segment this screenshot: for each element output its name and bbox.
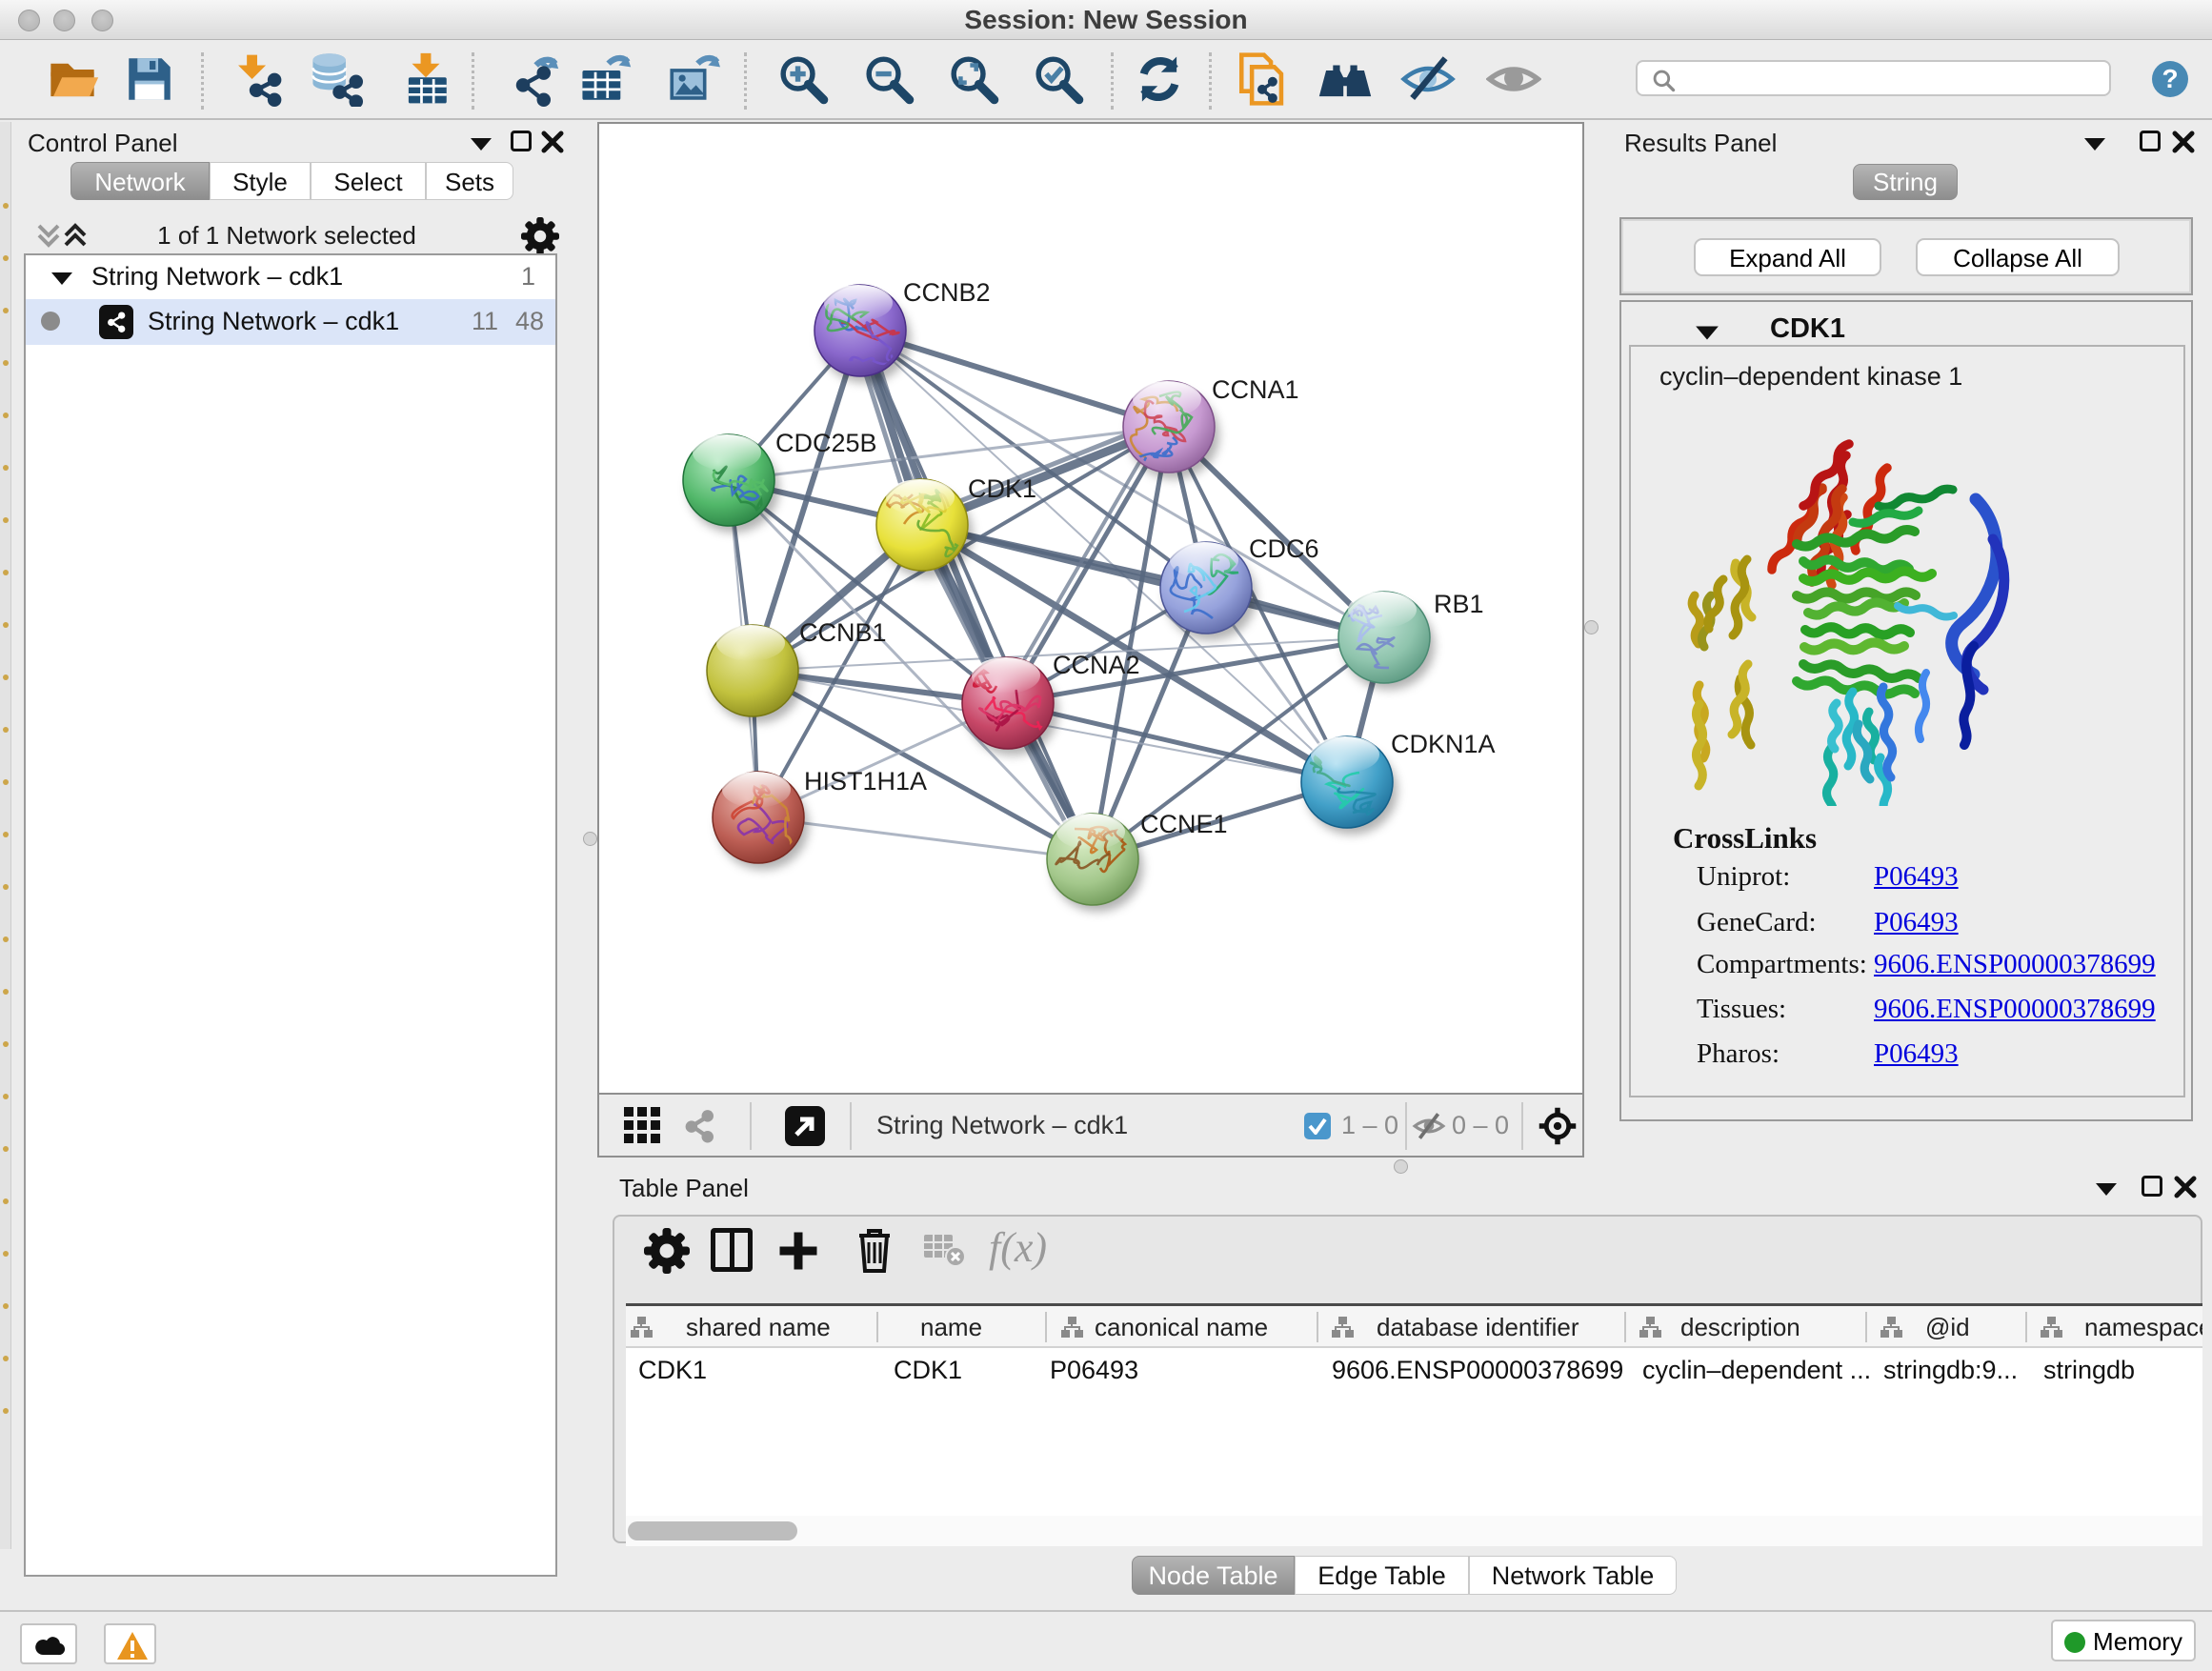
svg-text:CDC25B: CDC25B (775, 429, 877, 457)
svg-text:CDKN1A: CDKN1A (1391, 730, 1496, 758)
svg-text:CDC6: CDC6 (1249, 534, 1319, 563)
svg-text:CCNA2: CCNA2 (1053, 651, 1140, 679)
svg-text:RB1: RB1 (1434, 590, 1484, 618)
svg-text:CCNB1: CCNB1 (799, 618, 887, 647)
svg-text:CCNB2: CCNB2 (903, 278, 991, 307)
svg-text:CCNE1: CCNE1 (1140, 810, 1228, 838)
svg-text:HIST1H1A: HIST1H1A (804, 767, 927, 795)
svg-text:CDK1: CDK1 (968, 474, 1036, 503)
svg-text:CCNA1: CCNA1 (1212, 375, 1299, 404)
